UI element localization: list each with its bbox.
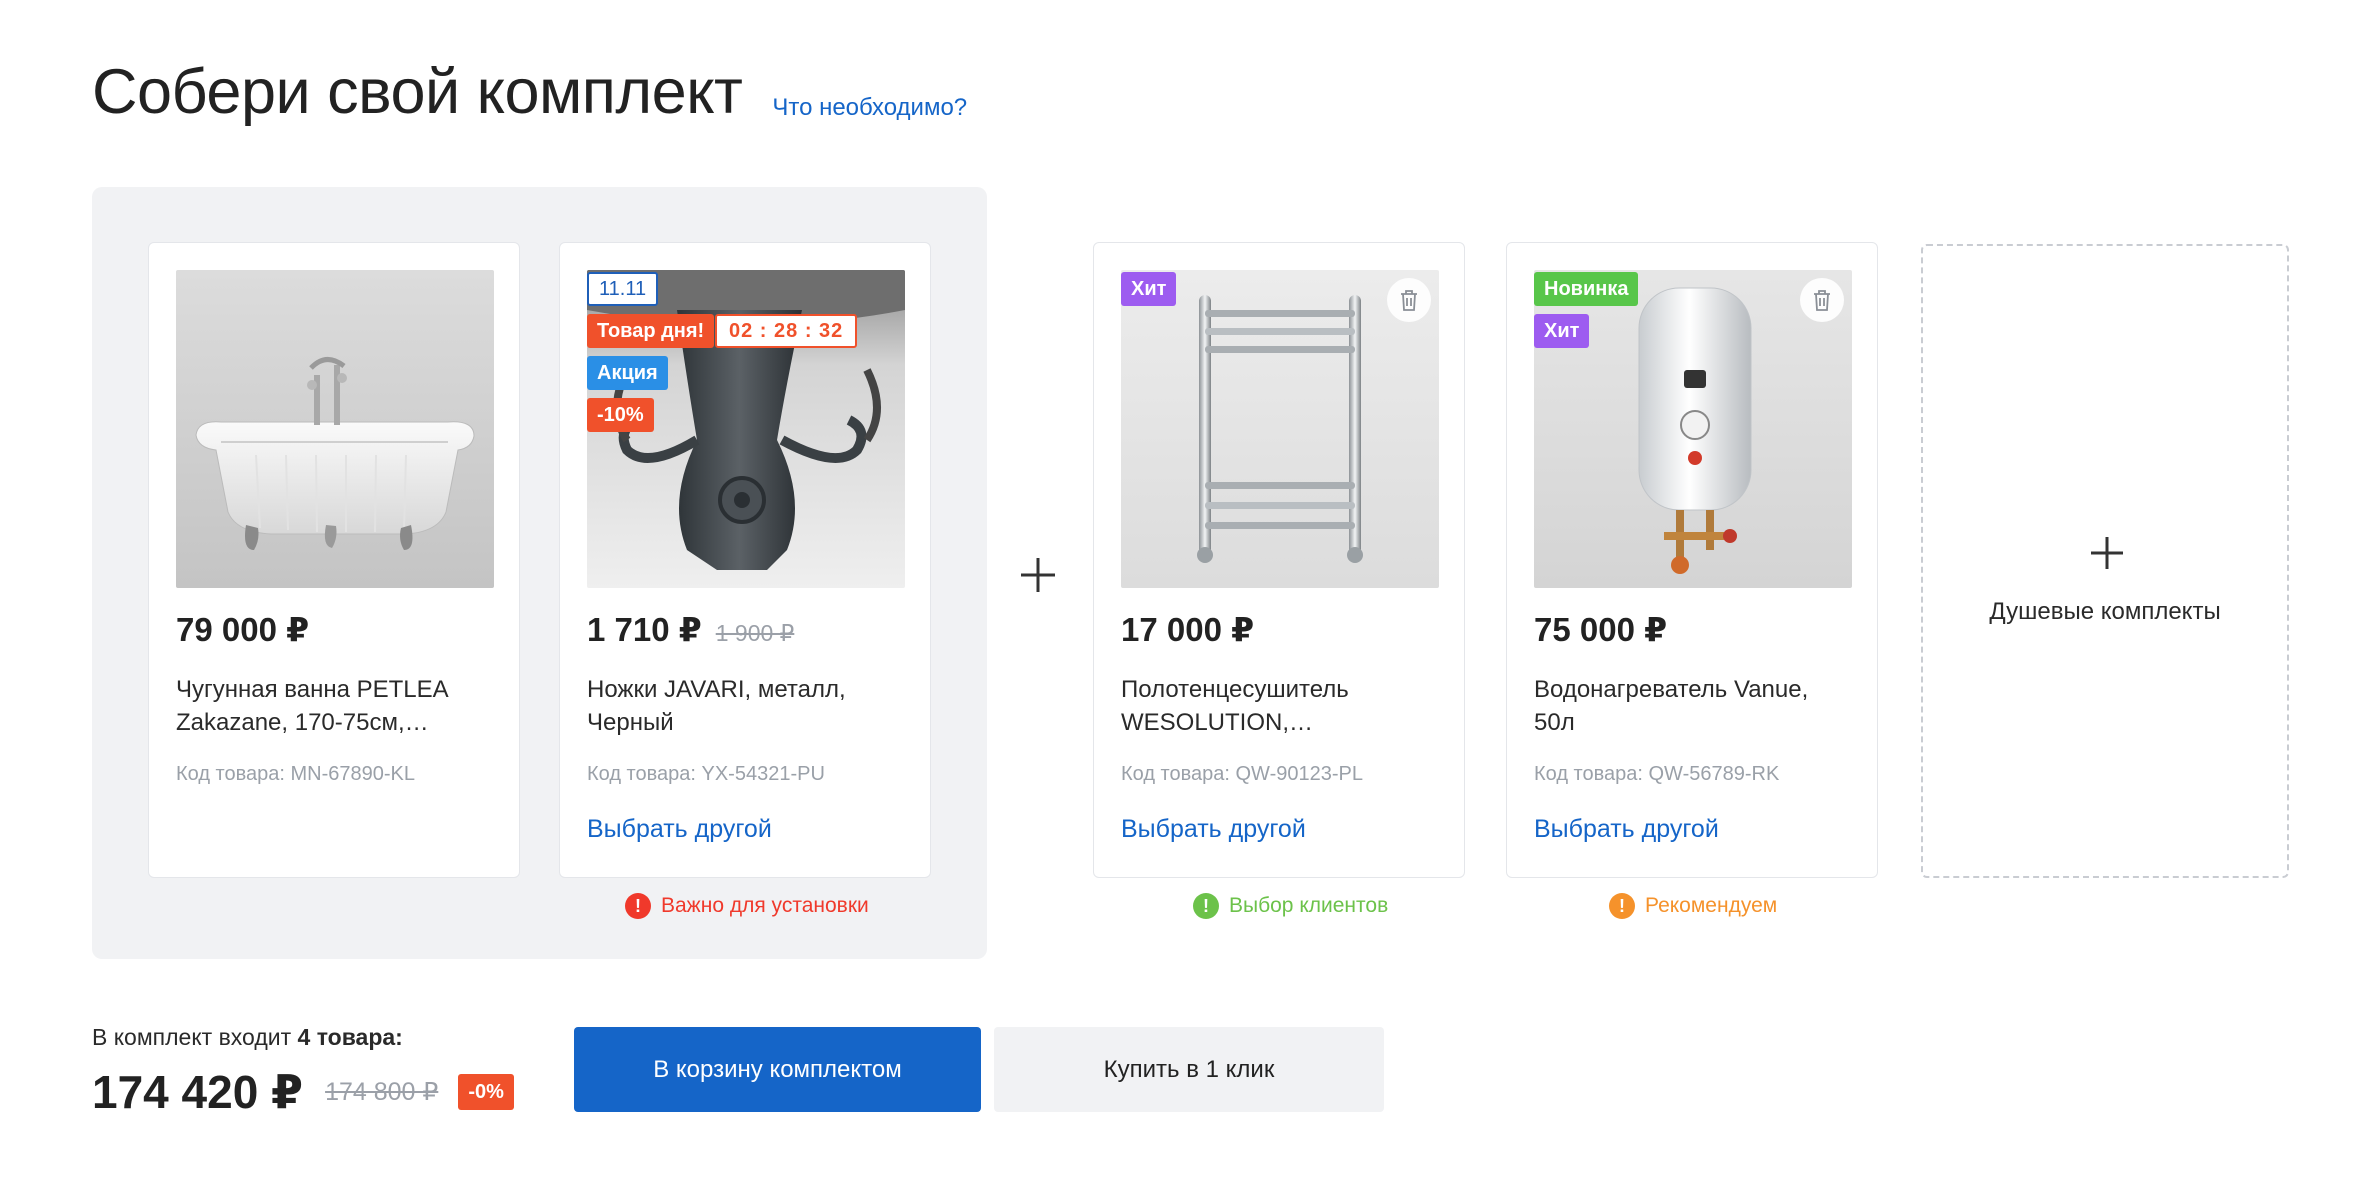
bundle-count-value: 4 товара: (297, 1024, 403, 1050)
discount-badge: -10% (587, 398, 654, 432)
product-image-towel-warmer[interactable]: Хит (1121, 270, 1439, 588)
trash-icon (1814, 290, 1830, 311)
product-card-towel-warmer[interactable]: Хит 17 000 ₽ Полотенцесушитель WESOLUTIO… (1093, 242, 1465, 878)
note-text: Выбор клиентов (1229, 894, 1389, 917)
date-badge: 11.11 (587, 272, 659, 306)
note-text: Рекомендуем (1645, 894, 1778, 917)
choose-other-link[interactable]: Выбрать другой (1121, 815, 1306, 844)
price: 1 710 ₽ (587, 611, 702, 648)
hit-badge: Хит (1121, 272, 1177, 306)
price-row: 17 000 ₽ (1121, 610, 1254, 649)
product-image-bathtub[interactable] (176, 270, 494, 588)
bundle-summary: В комплект входит 4 товара: 174 420 ₽ 17… (92, 1024, 514, 1119)
page-title: Собери свой комплект (92, 57, 743, 127)
product-name[interactable]: Ножки JAVARI, металл, Черный (587, 673, 907, 739)
price: 79 000 ₽ (176, 611, 310, 648)
header: Собери свой комплект Что необходимо? (92, 56, 967, 128)
alert-icon: ! (1193, 893, 1219, 919)
buy-one-click-button[interactable]: Купить в 1 клик (994, 1027, 1384, 1112)
price-row: 75 000 ₽ (1534, 610, 1667, 649)
bundle-count: В комплект входит 4 товара: (92, 1024, 514, 1051)
bundle-old-total: 174 800 ₽ (325, 1078, 439, 1106)
delete-button[interactable] (1387, 278, 1431, 322)
product-name[interactable]: Водонагреватель Vanue, 50л (1534, 673, 1854, 739)
price-row: 1 710 ₽ 1 900 ₽ (587, 610, 794, 649)
add-shower-sets-card[interactable]: Душевые комплекты (1921, 244, 2289, 878)
add-bundle-to-cart-button[interactable]: В корзину комплектом (574, 1027, 981, 1112)
choose-other-link[interactable]: Выбрать другой (1534, 815, 1719, 844)
product-card-bathtub[interactable]: 79 000 ₽ Чугунная ванна PETLEA Zakazane,… (148, 242, 520, 878)
price: 75 000 ₽ (1534, 611, 1668, 648)
choose-other-link[interactable]: Выбрать другой (587, 815, 772, 844)
plus-icon (2091, 537, 2123, 569)
old-price: 1 900 ₽ (715, 620, 795, 646)
hit-badge: Хит (1534, 314, 1590, 348)
product-sku: Код товара: QW-90123-PL (1121, 763, 1363, 785)
plus-icon (1021, 558, 1055, 592)
note-recommend: ! Рекомендуем (1609, 893, 1777, 919)
new-badge: Новинка (1534, 272, 1639, 306)
note-important: ! Важно для установки (625, 893, 869, 919)
note-customers-choice: ! Выбор клиентов (1193, 893, 1388, 919)
help-link[interactable]: Что необходимо? (772, 94, 967, 122)
deal-of-day-badge: Товар дня! (587, 314, 715, 348)
price-row: 79 000 ₽ (176, 610, 309, 649)
product-sku: Код товара: MN-67890-KL (176, 763, 416, 785)
note-text: Важно для установки (661, 894, 869, 917)
product-card-water-heater[interactable]: Новинка Хит 75 000 ₽ Водонагреватель Van… (1506, 242, 1878, 878)
total-row: 174 420 ₽ 174 800 ₽ -0% (92, 1065, 514, 1119)
trash-icon (1401, 290, 1417, 311)
delete-button[interactable] (1800, 278, 1844, 322)
alert-icon: ! (1609, 893, 1635, 919)
product-sku: Код товара: YX-54321-PU (587, 763, 825, 785)
promo-badge: Акция (587, 356, 668, 390)
product-image-bathtub-feet[interactable]: 11.11 Товар дня! 02 : 28 : 32 Акция -10% (587, 270, 905, 588)
add-card-label: Душевые комплекты (1989, 598, 2221, 625)
product-name[interactable]: Чугунная ванна PETLEA Zakazane, 170-75см… (176, 673, 496, 739)
product-sku: Код товара: QW-56789-RK (1534, 763, 1780, 785)
price: 17 000 ₽ (1121, 611, 1255, 648)
bundle-count-prefix: В комплект входит (92, 1024, 292, 1050)
product-image-water-heater[interactable]: Новинка Хит (1534, 270, 1852, 588)
alert-icon: ! (625, 893, 651, 919)
countdown-timer: 02 : 28 : 32 (715, 314, 858, 348)
bundle-discount-badge: -0% (458, 1074, 514, 1110)
product-name[interactable]: Полотенцесушитель WESOLUTION,… (1121, 673, 1441, 739)
product-card-bathtub-feet[interactable]: 11.11 Товар дня! 02 : 28 : 32 Акция -10%… (559, 242, 931, 878)
bundle-total: 174 420 ₽ (92, 1066, 304, 1118)
